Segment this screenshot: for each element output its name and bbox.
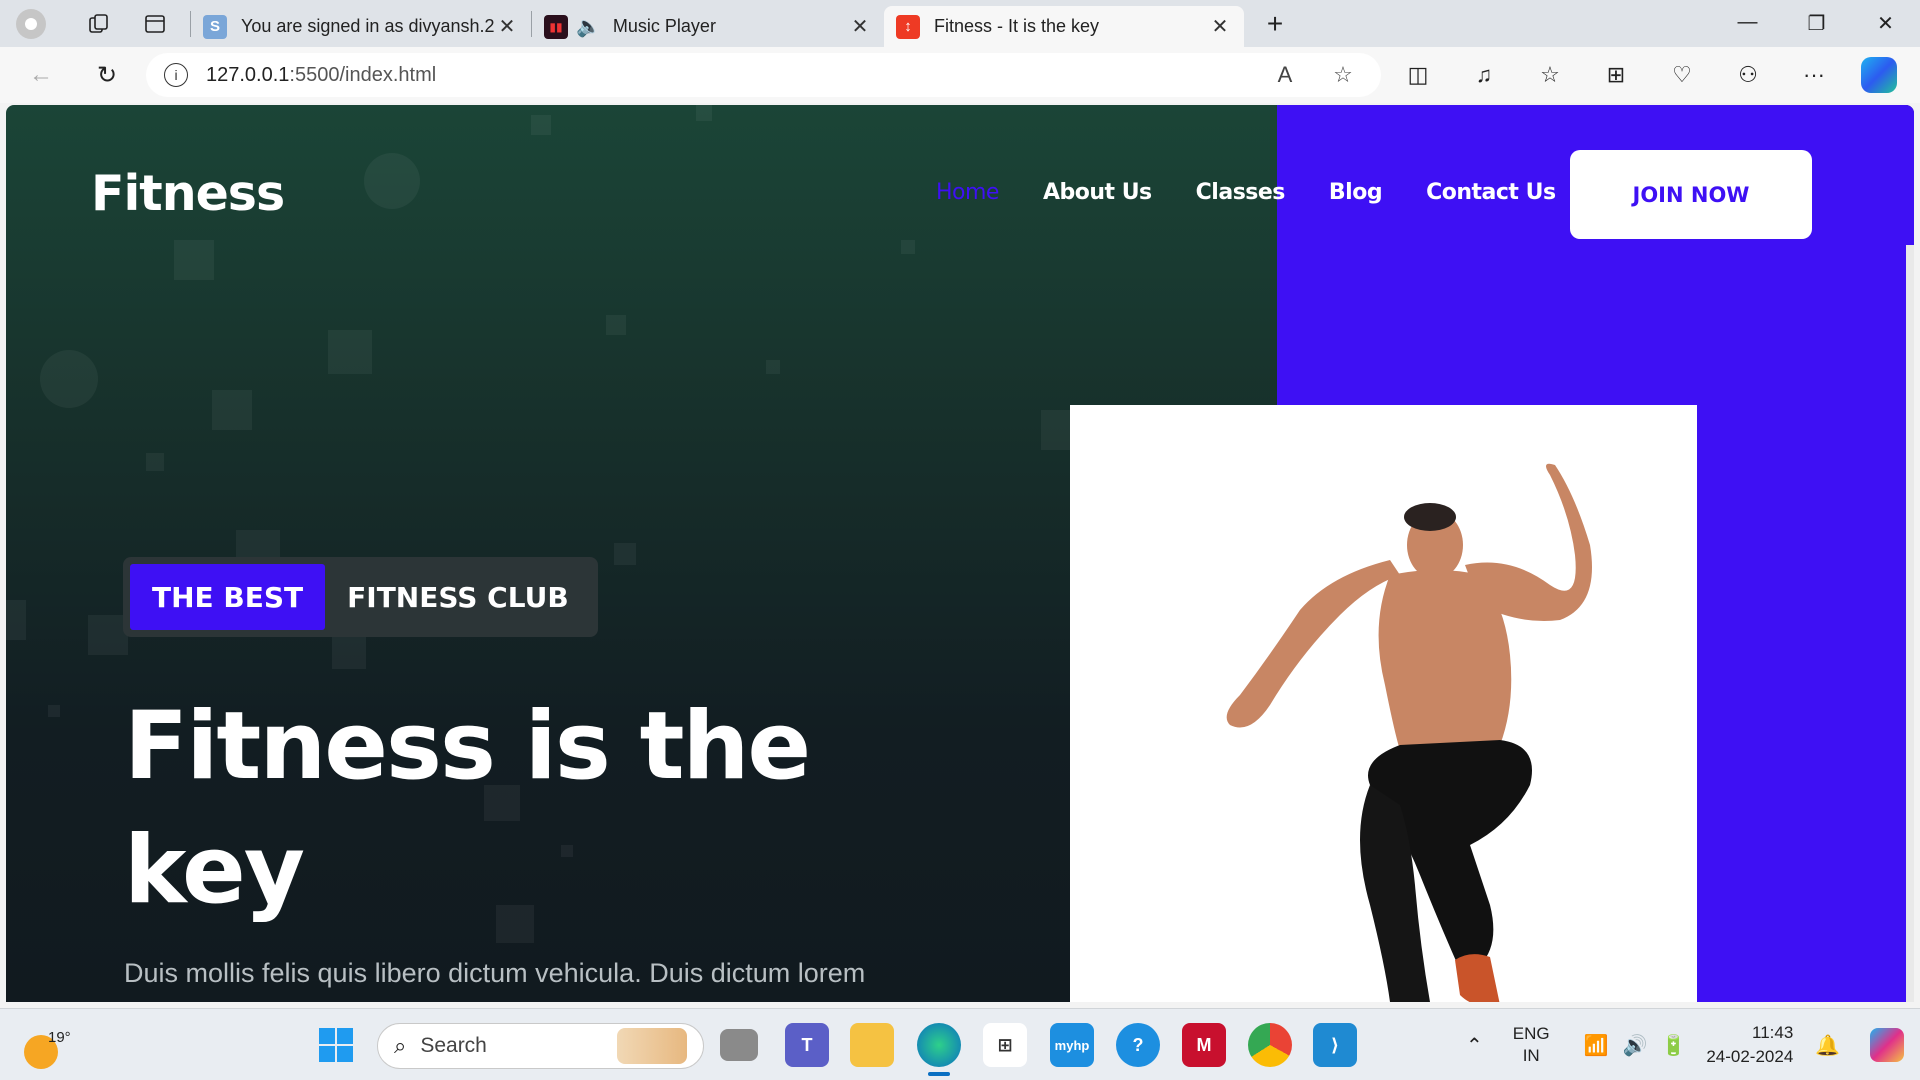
tab-title: Music Player: [612, 16, 716, 36]
tab-bar: S You are signed in as divyansh.22 ✕ ▮▮ …: [0, 0, 1920, 47]
mcafee-icon[interactable]: M: [1182, 1023, 1226, 1067]
join-now-button[interactable]: JOIN NOW: [1570, 150, 1812, 239]
language-indicator[interactable]: ENG IN: [1513, 1023, 1550, 1067]
browser-essentials-icon[interactable]: ♡: [1649, 62, 1715, 88]
speaker-icon[interactable]: 🔈: [576, 14, 601, 39]
favorites-icon[interactable]: ☆: [1517, 62, 1583, 88]
active-app-indicator: [928, 1072, 950, 1076]
nav-home[interactable]: Home: [936, 180, 999, 205]
close-window-icon[interactable]: ✕: [1851, 11, 1920, 36]
bg-square: [328, 330, 372, 374]
chrome-icon[interactable]: [1248, 1023, 1292, 1067]
address-bar-row: ← ↻ i 127.0.0.1:5500/index.html A ☆ ◫ ♫ …: [0, 47, 1920, 103]
search-placeholder: Search: [420, 1034, 487, 1057]
file-explorer-icon[interactable]: [850, 1023, 894, 1067]
read-aloud-icon[interactable]: A: [1265, 62, 1305, 88]
window-controls: — ❐ ✕: [1713, 11, 1920, 36]
volume-icon[interactable]: 🔊: [1623, 1033, 1648, 1058]
bg-circle: [40, 350, 98, 408]
bg-square: [332, 635, 366, 669]
chevron-up-icon[interactable]: ⌃: [1466, 1033, 1483, 1058]
bg-square: [88, 615, 128, 655]
bg-square: [606, 315, 626, 335]
extensions-icon[interactable]: ⚇: [1715, 62, 1781, 88]
restore-icon[interactable]: ❐: [1782, 11, 1851, 36]
teams-icon[interactable]: T: [785, 1023, 829, 1067]
tab-fitness[interactable]: ↕ Fitness - It is the key ✕: [884, 6, 1244, 47]
bg-circle: [364, 153, 420, 209]
bg-square: [146, 453, 164, 471]
tab-close-icon[interactable]: ✕: [495, 14, 519, 39]
url-text[interactable]: 127.0.0.1:5500/index.html: [206, 64, 1247, 87]
taskbar-search[interactable]: ⌕ Search: [377, 1023, 704, 1069]
vscode-icon[interactable]: ⟩: [1313, 1023, 1357, 1067]
media-control-icon[interactable]: ♫: [1451, 62, 1517, 88]
system-tray: ⌃ ENG IN 📶 🔊 🔋 11:43 24-02-2024 🔔: [1466, 1009, 1905, 1080]
hero-subtext: Duis mollis felis quis libero dictum veh…: [124, 958, 866, 988]
nav-about-us[interactable]: About Us: [1043, 180, 1152, 205]
site-logo[interactable]: Fitness: [91, 165, 285, 222]
site-info-icon[interactable]: i: [164, 63, 188, 87]
search-highlight-art: [617, 1028, 687, 1064]
nav-classes[interactable]: Classes: [1196, 180, 1286, 205]
myhp-icon[interactable]: myhp: [1050, 1023, 1094, 1067]
badge-primary: THE BEST: [130, 564, 326, 630]
profile-avatar[interactable]: [8, 1, 54, 47]
task-view-icon[interactable]: [720, 1029, 758, 1061]
more-menu-icon[interactable]: ···: [1781, 62, 1847, 88]
s-favicon-icon: S: [203, 14, 227, 39]
windows-start-icon[interactable]: [314, 1023, 358, 1067]
bg-square: [766, 360, 780, 374]
bg-square: [531, 115, 551, 135]
bg-square: [614, 543, 636, 565]
main-nav: Home About Us Classes Blog Contact Us: [936, 180, 1600, 205]
refresh-icon[interactable]: ↻: [74, 61, 140, 90]
tab-actions-icon[interactable]: [132, 1, 178, 47]
edge-icon[interactable]: [917, 1023, 961, 1067]
bg-square: [901, 240, 915, 254]
minimize-icon[interactable]: —: [1713, 11, 1782, 36]
new-tab-button[interactable]: +: [1252, 8, 1298, 40]
tab-close-icon[interactable]: ✕: [848, 14, 872, 39]
tab-close-icon[interactable]: ✕: [1208, 14, 1232, 39]
bg-square: [1041, 410, 1071, 450]
weather-temp: 19°: [48, 1029, 71, 1046]
hero-athlete-image: [1070, 405, 1697, 1002]
badge-secondary: FITNESS CLUB: [347, 580, 569, 614]
split-screen-icon[interactable]: ◫: [1385, 62, 1451, 88]
bg-square: [6, 600, 26, 640]
hero-headline: Fitness is the key: [124, 692, 811, 925]
hero-badge: THE BEST FITNESS CLUB: [123, 557, 598, 637]
favorite-star-icon[interactable]: ☆: [1323, 62, 1363, 88]
tab-signed-in[interactable]: S You are signed in as divyansh.22 ✕: [191, 7, 531, 47]
fitness-favicon-icon: ↕: [896, 14, 920, 39]
taskbar: 19° ⌕ Search T ⊞ myhp ? M ⟩ ⌃ ENG IN 📶 🔊…: [0, 1008, 1920, 1080]
nav-contact-us[interactable]: Contact Us: [1426, 180, 1556, 205]
search-icon: ⌕: [394, 1033, 407, 1058]
url-field[interactable]: i 127.0.0.1:5500/index.html A ☆: [146, 53, 1381, 97]
back-icon[interactable]: ←: [8, 61, 74, 89]
page-scrollbar[interactable]: [1906, 245, 1914, 1002]
tab-title: You are signed in as divyansh.22: [241, 16, 495, 36]
copilot-taskbar-icon[interactable]: [1870, 1028, 1905, 1062]
collections-icon[interactable]: ⊞: [1583, 62, 1649, 88]
copilot-icon[interactable]: [1861, 57, 1897, 93]
clock[interactable]: 11:43 24-02-2024: [1706, 1021, 1793, 1069]
bg-square: [696, 105, 712, 121]
bg-square: [48, 705, 60, 717]
audio-wave-favicon-icon: ▮▮: [544, 14, 568, 39]
notification-bell-icon[interactable]: 🔔: [1815, 1033, 1840, 1058]
profile-icon: [16, 8, 46, 39]
nav-blog[interactable]: Blog: [1329, 180, 1383, 205]
page-viewport: Fitness Home About Us Classes Blog Conta…: [6, 105, 1914, 1002]
ms-store-icon[interactable]: ⊞: [983, 1023, 1027, 1067]
battery-icon[interactable]: 🔋: [1661, 1033, 1686, 1058]
tab-title: Fitness - It is the key: [934, 16, 1100, 36]
bg-square: [174, 240, 214, 280]
wifi-icon[interactable]: 📶: [1584, 1033, 1609, 1058]
bg-square: [212, 390, 252, 430]
tab-music-player[interactable]: ▮▮ 🔈 Music Player ✕: [532, 7, 884, 47]
workspaces-icon[interactable]: [76, 1, 122, 47]
help-icon[interactable]: ?: [1116, 1023, 1160, 1067]
